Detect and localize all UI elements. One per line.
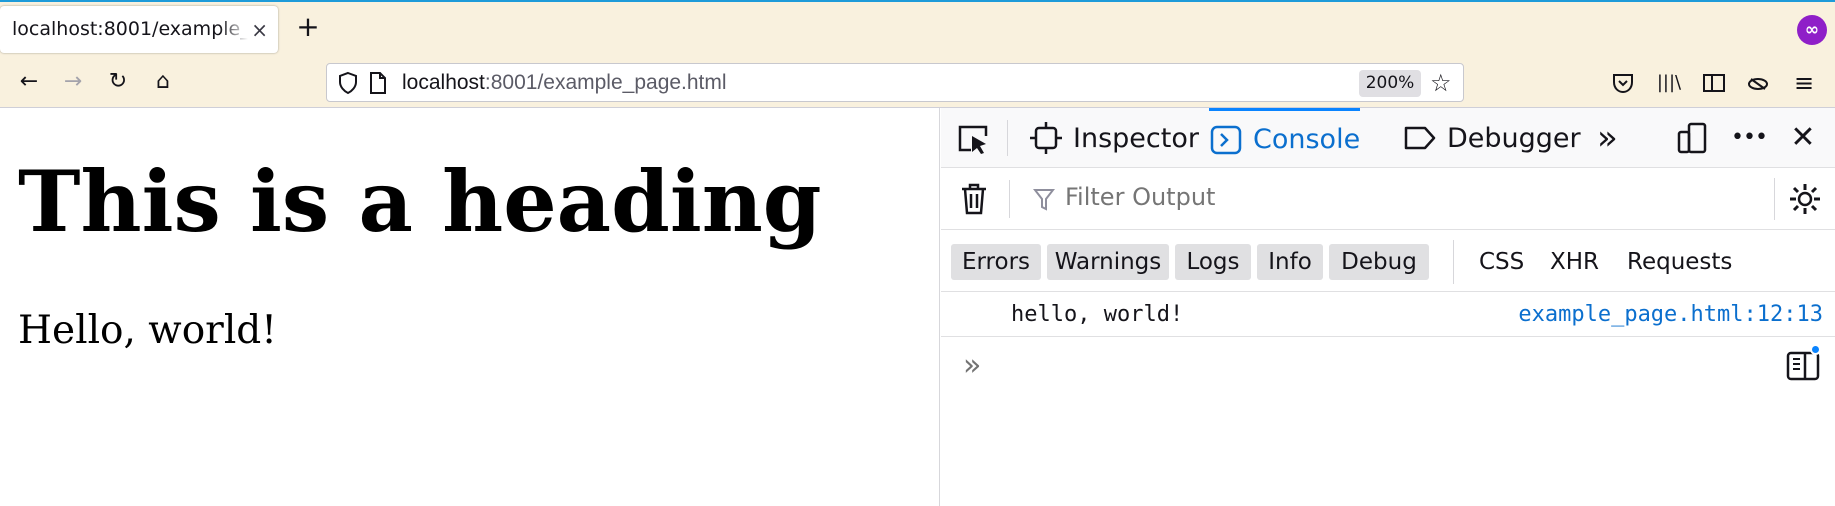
new-tab-button[interactable]: + xyxy=(292,12,324,44)
tab-console[interactable]: Console xyxy=(1209,108,1361,168)
console-message-text: hello, world! xyxy=(1011,302,1184,327)
more-tabs-chevron-icon[interactable]: » xyxy=(1597,118,1618,158)
back-button[interactable]: ← xyxy=(12,65,46,99)
gear-icon[interactable] xyxy=(1788,182,1822,216)
tab-strip: localhost:8001/example_page.html × + ∞ xyxy=(0,0,1835,57)
sidebar-icon[interactable] xyxy=(1700,69,1728,97)
filter-xhr-button[interactable]: XHR xyxy=(1550,244,1599,280)
devtools-panel: Inspector Console Debugger » ••• ✕ Filte… xyxy=(941,108,1835,506)
close-devtools-icon[interactable]: ✕ xyxy=(1785,120,1821,156)
console-filter-bar xyxy=(941,168,1835,230)
filter-separator xyxy=(1009,180,1010,218)
tab-close-icon[interactable]: × xyxy=(251,18,268,42)
page-paragraph: Hello, world! xyxy=(18,308,277,353)
level-separator xyxy=(1453,240,1454,284)
tab-debugger-label: Debugger xyxy=(1447,122,1581,154)
url-path: :8001/example_page.html xyxy=(484,71,727,94)
navigation-toolbar: ← → ↻ ⌂ localhost:8001/example_page.html… xyxy=(0,57,1835,108)
browser-tab[interactable]: localhost:8001/example_page.html × xyxy=(0,6,278,53)
console-message: hello, world! example_page.html:12:13 xyxy=(941,293,1835,337)
menu-icon[interactable]: ≡ xyxy=(1790,69,1818,97)
filter-debug-button[interactable]: Debug xyxy=(1329,244,1429,280)
zoom-level-badge[interactable]: 200% xyxy=(1359,70,1421,97)
console-icon xyxy=(1210,125,1242,154)
notification-dot xyxy=(1810,344,1821,355)
forward-button[interactable]: → xyxy=(56,65,90,99)
filter-info-button[interactable]: Info xyxy=(1257,244,1323,280)
filter-separator-right xyxy=(1774,178,1775,220)
page-heading: This is a heading xyxy=(18,152,822,251)
toolbar-separator xyxy=(1007,120,1008,156)
reload-button[interactable]: ↻ xyxy=(101,65,135,99)
bookmark-star-icon[interactable]: ☆ xyxy=(1430,69,1452,97)
tab-inspector-label: Inspector xyxy=(1073,122,1199,154)
devtools-toolbar: Inspector Console Debugger » ••• ✕ xyxy=(941,108,1835,168)
filter-requests-button[interactable]: Requests xyxy=(1627,244,1732,280)
url-bar[interactable]: localhost:8001/example_page.html 200% ☆ xyxy=(326,63,1464,102)
url-text[interactable]: localhost:8001/example_page.html xyxy=(402,71,727,95)
library-icon[interactable]: |||\ xyxy=(1655,69,1683,97)
filter-css-button[interactable]: CSS xyxy=(1479,244,1524,280)
private-browsing-icon: ∞ xyxy=(1797,15,1827,45)
inspector-icon xyxy=(1030,122,1062,154)
tab-debugger[interactable]: Debugger xyxy=(1403,108,1581,168)
filter-errors-button[interactable]: Errors xyxy=(951,244,1041,280)
console-message-source-link[interactable]: example_page.html:12:13 xyxy=(1518,302,1823,327)
page-content: This is a heading Hello, world! xyxy=(0,108,940,506)
trash-icon[interactable] xyxy=(959,182,989,216)
filter-logs-button[interactable]: Logs xyxy=(1175,244,1251,280)
url-host: localhost xyxy=(402,71,485,94)
filter-warnings-button[interactable]: Warnings xyxy=(1047,244,1169,280)
log-level-filters: Errors Warnings Logs Info Debug CSS XHR … xyxy=(941,230,1835,292)
home-button[interactable]: ⌂ xyxy=(146,65,180,99)
shield-icon[interactable] xyxy=(337,71,359,95)
extension-icon[interactable] xyxy=(1744,69,1772,97)
filter-funnel-icon xyxy=(1033,189,1055,211)
options-meatball-icon[interactable]: ••• xyxy=(1731,120,1768,156)
filter-output-input[interactable] xyxy=(1065,183,1705,211)
tab-console-label: Console xyxy=(1253,124,1361,155)
responsive-design-icon[interactable] xyxy=(1675,120,1711,156)
console-input-prompt-icon[interactable]: » xyxy=(963,348,981,383)
debugger-icon xyxy=(1404,126,1436,150)
element-picker-icon[interactable] xyxy=(955,122,991,156)
pocket-icon[interactable] xyxy=(1609,69,1637,97)
tab-title: localhost:8001/example_page.html xyxy=(12,18,248,40)
tab-inspector[interactable]: Inspector xyxy=(1029,108,1199,168)
page-info-icon[interactable] xyxy=(369,72,387,94)
